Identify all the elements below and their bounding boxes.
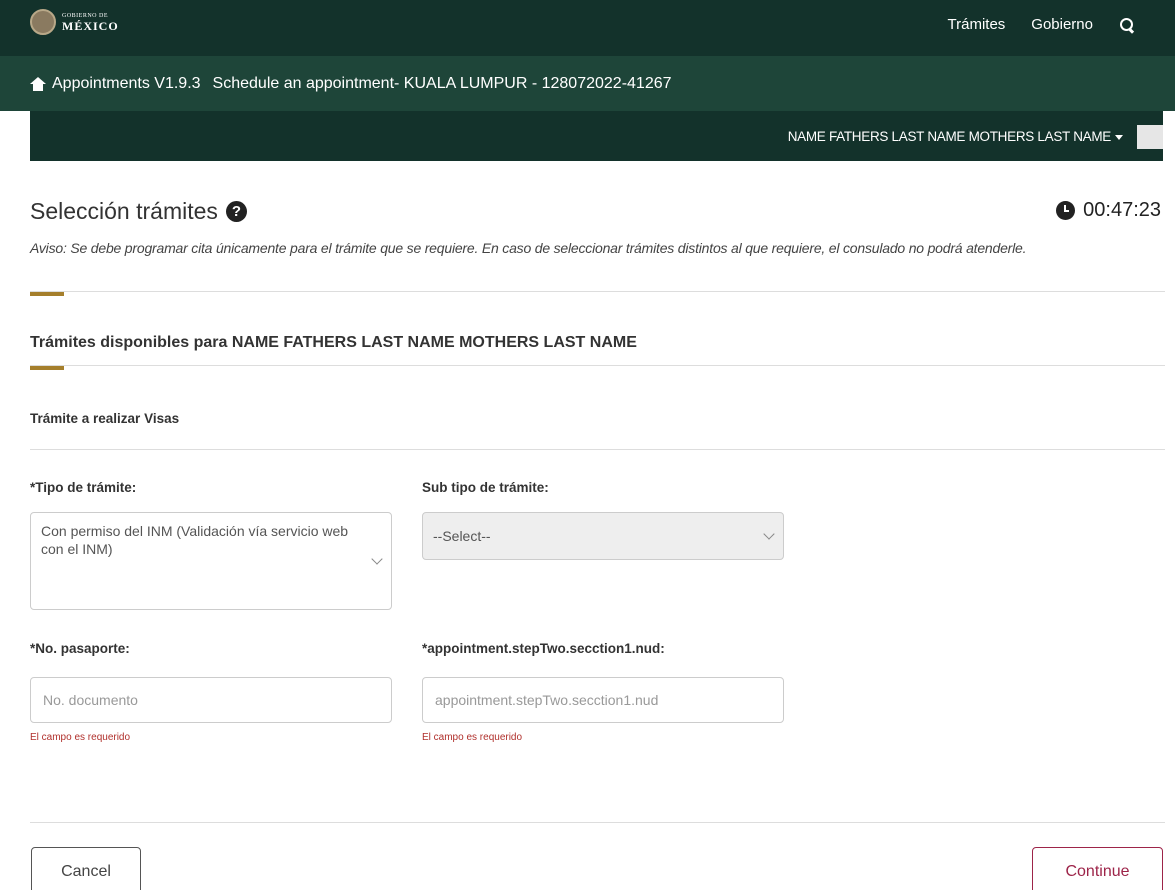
breadcrumb: Appointments V1.9.3 Schedule an appointm… [0, 56, 1175, 111]
chevron-down-icon [763, 528, 775, 540]
divider [30, 822, 1165, 823]
section-title: Trámites disponibles para NAME FATHERS L… [30, 334, 637, 351]
session-timer: 00:47:23 [1056, 199, 1161, 222]
cancel-button[interactable]: Cancel [31, 847, 141, 890]
user-bar: NAME FATHERS LAST NAME MOTHERS LAST NAME [30, 111, 1163, 161]
pasaporte-error: El campo es requerido [30, 732, 131, 743]
nud-error: El campo es requerido [422, 732, 523, 743]
page-title-text: Selección trámites [30, 198, 218, 224]
nud-input[interactable] [422, 677, 784, 723]
divider [30, 365, 1165, 366]
coat-of-arms-icon [30, 9, 56, 35]
tipo-tramite-label: *Tipo de trámite: [30, 480, 137, 495]
nav-link-gobierno[interactable]: Gobierno [1031, 16, 1093, 33]
user-name: NAME FATHERS LAST NAME MOTHERS LAST NAME [787, 129, 1112, 144]
clock-icon [1056, 201, 1076, 220]
continue-button[interactable]: Continue [1032, 847, 1163, 890]
tipo-tramite-select[interactable]: Con permiso del INM (Validación vía serv… [30, 512, 392, 610]
chevron-down-icon [371, 553, 383, 565]
page-title: Selección trámites ? [30, 198, 247, 225]
gobierno-mexico-logo[interactable]: GOBIERNO DE MÉXICO [30, 9, 119, 35]
breadcrumb-page: Schedule an appointment- KUALA LUMPUR - … [212, 74, 672, 92]
government-header: GOBIERNO DE MÉXICO Trámites Gobierno [0, 0, 1175, 56]
user-bar-edge [1137, 125, 1163, 149]
subtipo-tramite-label: Sub tipo de trámite: [422, 480, 549, 495]
subtipo-tramite-value: --Select-- [433, 528, 491, 544]
pasaporte-input[interactable] [30, 677, 392, 723]
accent-bar [30, 292, 64, 296]
divider [30, 449, 1165, 450]
accent-bar [30, 366, 64, 370]
tipo-tramite-value: Con permiso del INM (Validación vía serv… [41, 523, 349, 557]
search-icon[interactable] [1119, 17, 1135, 33]
government-nav: Trámites Gobierno [948, 16, 1136, 33]
home-icon[interactable] [30, 76, 46, 91]
logo-text: GOBIERNO DE MÉXICO [62, 13, 119, 32]
divider [30, 291, 1165, 292]
nud-label: *appointment.stepTwo.secction1.nud: [422, 641, 665, 656]
caret-down-icon [1115, 134, 1123, 140]
question-circle-icon[interactable]: ? [225, 201, 247, 222]
notice-text: Aviso: Se debe programar cita únicamente… [30, 240, 1027, 256]
logo-small-text: GOBIERNO DE [62, 12, 108, 19]
pasaporte-label: *No. pasaporte: [30, 641, 130, 656]
breadcrumb-app[interactable]: Appointments V1.9.3 [52, 75, 201, 93]
timer-value: 00:47:23 [1083, 199, 1161, 221]
subtipo-tramite-select[interactable]: --Select-- [422, 512, 784, 560]
user-menu-dropdown[interactable]: NAME FATHERS LAST NAME MOTHERS LAST NAME [788, 129, 1123, 144]
subsection-title: Trámite a realizar Visas [30, 411, 180, 426]
logo-big-text: MÉXICO [62, 18, 119, 33]
nav-link-tramites[interactable]: Trámites [948, 16, 1006, 33]
